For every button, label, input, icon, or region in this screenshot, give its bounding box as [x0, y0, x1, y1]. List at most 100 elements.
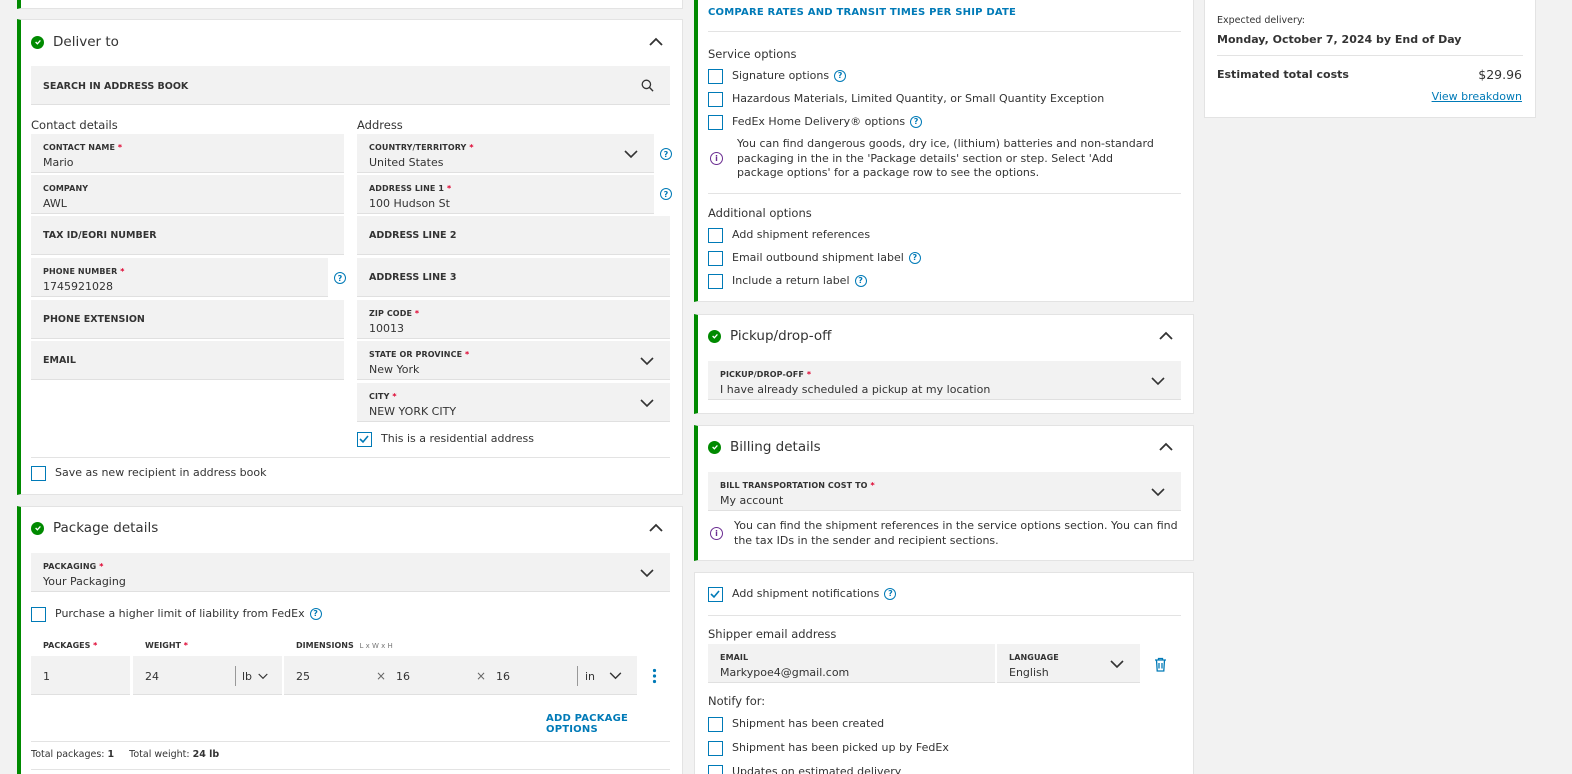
references-label: Add shipment references	[732, 228, 871, 241]
divider	[708, 193, 1181, 194]
package-details-header[interactable]: Package details	[31, 520, 158, 536]
hazmat-label: Hazardous Materials, Limited Quantity, o…	[732, 92, 1105, 105]
complete-check-icon	[708, 440, 721, 454]
billing-header[interactable]: Billing details	[708, 439, 821, 455]
return-label-help-icon[interactable]: ?	[854, 274, 867, 287]
pickup-header[interactable]: Pickup/drop-off	[708, 328, 831, 344]
view-breakdown-link[interactable]: View breakdown	[1432, 90, 1522, 103]
deliver-to-header[interactable]: Deliver to	[31, 34, 119, 50]
service-options-heading: Service options	[708, 47, 797, 61]
trash-icon[interactable]	[1154, 657, 1167, 672]
email-label-checkbox[interactable]	[708, 251, 723, 266]
package-details-card: Package details PACKAGING * Your Packagi…	[17, 506, 683, 774]
dimensions-input[interactable]: 25 × 16 × 16 in	[284, 656, 637, 695]
search-placeholder: SEARCH IN ADDRESS BOOK	[43, 81, 189, 92]
phone-help-icon[interactable]: ?	[334, 272, 346, 284]
updates-checkbox[interactable]	[708, 765, 723, 774]
picked-up-checkbox[interactable]	[708, 741, 723, 756]
shipper-email-field[interactable]: EMAIL Markypoe4@gmail.com	[708, 644, 995, 683]
country-select[interactable]: COUNTRY/TERRITORY * United States	[357, 134, 654, 173]
address-book-search[interactable]: SEARCH IN ADDRESS BOOK	[31, 66, 670, 105]
home-delivery-help-icon[interactable]: ?	[910, 115, 923, 128]
pickup-card: Pickup/drop-off PICKUP/DROP-OFF * I have…	[694, 314, 1194, 414]
chevron-down-icon	[640, 399, 654, 408]
packaging-label: PACKAGING	[43, 562, 97, 571]
bill-to-label: BILL TRANSPORTATION COST TO	[720, 481, 868, 490]
billing-card: Billing details BILL TRANSPORTATION COST…	[694, 425, 1194, 561]
signature-checkbox[interactable]	[708, 69, 723, 84]
references-checkbox[interactable]	[708, 228, 723, 243]
residential-checkbox[interactable]	[357, 432, 372, 447]
address-line-1-value: 100 Hudson St	[369, 197, 450, 210]
collapse-chevron-icon[interactable]	[1159, 440, 1173, 454]
notifications-help-icon[interactable]: ?	[884, 587, 897, 600]
liability-checkbox[interactable]	[31, 607, 46, 622]
pickup-select[interactable]: PICKUP/DROP-OFF * I have already schedul…	[708, 361, 1181, 400]
bill-to-select[interactable]: BILL TRANSPORTATION COST TO * My account	[708, 472, 1181, 511]
address-line-3-field[interactable]: ADDRESS LINE 3	[357, 258, 670, 297]
deliver-to-title: Deliver to	[53, 34, 119, 50]
total-weight-value: 24 lb	[192, 749, 220, 760]
address-line-1-field[interactable]: ADDRESS LINE 1 * 100 Hudson St	[357, 175, 654, 214]
contact-name-label: CONTACT NAME	[43, 143, 116, 152]
chevron-down-icon	[1151, 488, 1165, 497]
pickup-label: PICKUP/DROP-OFF	[720, 370, 804, 379]
bill-to-value: My account	[720, 494, 784, 507]
hazmat-checkbox[interactable]	[708, 92, 723, 107]
address-line-2-field[interactable]: ADDRESS LINE 2	[357, 216, 670, 255]
total-costs-label: Estimated total costs	[1217, 68, 1349, 81]
shipping-form-page: Deliver to SEARCH IN ADDRESS BOOK Contac…	[0, 0, 1572, 774]
language-select[interactable]: LANGUAGE English	[997, 644, 1140, 683]
summary-card: Expected delivery: Monday, October 7, 20…	[1204, 0, 1536, 118]
state-select[interactable]: STATE OR PROVINCE * New York	[357, 341, 670, 380]
address-help-icon[interactable]: ?	[660, 188, 672, 200]
phone-extension-placeholder: PHONE EXTENSION	[43, 314, 145, 325]
divider	[31, 769, 670, 770]
total-weight-label: Total weight:	[129, 749, 190, 760]
complete-check-icon	[708, 329, 721, 343]
package-details-title: Package details	[53, 520, 159, 536]
save-recipient-checkbox[interactable]	[31, 466, 46, 481]
signature-help-icon[interactable]: ?	[834, 69, 847, 82]
address-line-1-label: ADDRESS LINE 1	[369, 184, 445, 193]
city-select[interactable]: CITY * NEW YORK CITY	[357, 383, 670, 422]
liability-help-icon[interactable]: ?	[309, 607, 322, 620]
signature-label: Signature options	[732, 69, 830, 82]
shipper-email-label: EMAIL	[720, 653, 749, 662]
weight-unit-select[interactable]: lb	[235, 666, 268, 686]
contact-details-heading: Contact details	[31, 118, 118, 132]
country-help-icon[interactable]: ?	[660, 148, 672, 160]
zip-code-field[interactable]: ZIP CODE * 10013	[357, 300, 670, 339]
packages-input[interactable]: 1	[31, 656, 130, 695]
dim-unit-select[interactable]: in	[577, 666, 622, 686]
phone-number-field[interactable]: PHONE NUMBER * 1745921028	[31, 258, 328, 297]
weight-value: 24	[145, 670, 159, 683]
times-icon: ×	[476, 669, 487, 683]
email-placeholder: EMAIL	[43, 355, 76, 366]
weight-input[interactable]: 24 lb	[133, 656, 282, 695]
company-label: COMPANY	[43, 184, 89, 193]
tax-id-field[interactable]: TAX ID/EORI NUMBER	[31, 216, 344, 255]
add-notifications-row: Add shipment notifications?	[732, 587, 897, 600]
compare-rates-link[interactable]: COMPARE RATES AND TRANSIT TIMES PER SHIP…	[708, 7, 1016, 18]
search-icon[interactable]	[641, 79, 654, 92]
chevron-down-icon	[258, 673, 268, 679]
deliver-to-card: Deliver to SEARCH IN ADDRESS BOOK Contac…	[17, 19, 683, 495]
language-value: English	[1009, 666, 1049, 679]
packaging-select[interactable]: PACKAGING * Your Packaging	[31, 553, 670, 592]
more-options-icon[interactable]	[652, 668, 657, 684]
add-package-options-link[interactable]: ADD PACKAGE OPTIONS	[546, 713, 682, 735]
return-label-checkbox[interactable]	[708, 274, 723, 289]
collapse-chevron-icon[interactable]	[649, 35, 663, 49]
email-field[interactable]: EMAIL	[31, 341, 344, 380]
liability-label: Purchase a higher limit of liability fro…	[55, 607, 305, 620]
add-notifications-checkbox[interactable]	[708, 587, 723, 602]
collapse-chevron-icon[interactable]	[649, 521, 663, 535]
home-delivery-checkbox[interactable]	[708, 115, 723, 130]
phone-extension-field[interactable]: PHONE EXTENSION	[31, 300, 344, 339]
collapse-chevron-icon[interactable]	[1159, 329, 1173, 343]
contact-name-field[interactable]: CONTACT NAME * Mario	[31, 134, 344, 173]
company-field[interactable]: COMPANY AWL	[31, 175, 344, 214]
email-label-help-icon[interactable]: ?	[908, 251, 921, 264]
created-checkbox[interactable]	[708, 717, 723, 732]
